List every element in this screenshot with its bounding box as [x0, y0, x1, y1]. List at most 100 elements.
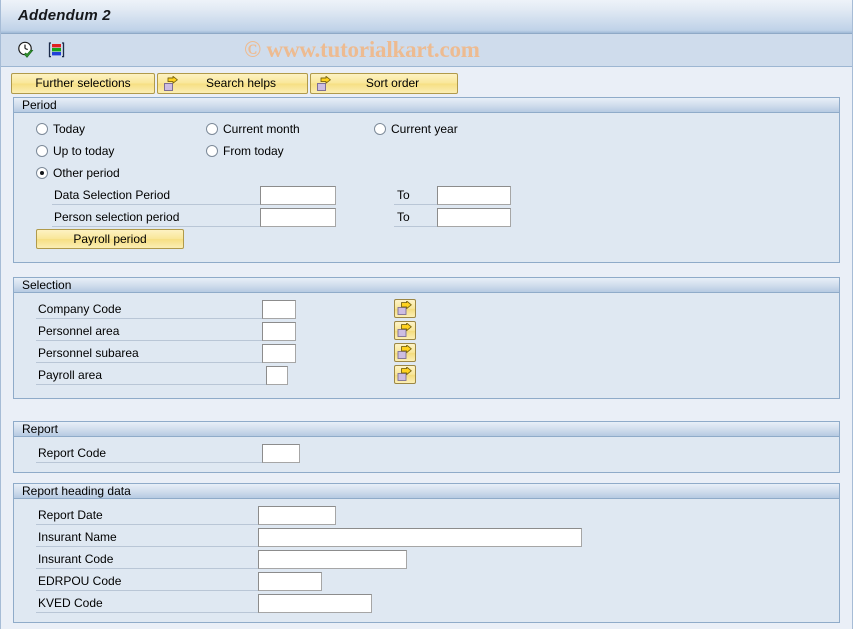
radio-up-to-today-indicator	[36, 145, 48, 157]
radio-from-today-label: From today	[223, 144, 284, 158]
field-underline	[52, 204, 260, 205]
arrow-right-icon	[164, 75, 179, 91]
payroll-period-row: Payroll period	[14, 229, 839, 251]
selection-button-row: Further selections Search helps Sort ord…	[1, 71, 852, 95]
application-toolbar: © www.tutorialkart.com	[1, 34, 852, 67]
edrpou-code-input[interactable]	[258, 572, 322, 591]
report-code-input[interactable]	[262, 444, 300, 463]
field-underline	[394, 226, 437, 227]
data-selection-period-from-input[interactable]	[260, 186, 336, 205]
insurant-name-input[interactable]	[258, 528, 582, 547]
toolbar-icon-group	[14, 38, 68, 62]
sort-order-label: Sort order	[365, 76, 420, 90]
period-panel: Period Today Current month Current year	[13, 97, 840, 263]
field-underline	[36, 362, 262, 363]
variant-icon[interactable]	[44, 38, 68, 62]
person-selection-period-to-label: To	[397, 210, 410, 224]
kved-code-label: KVED Code	[38, 596, 103, 610]
edrpou-code-label: EDRPOU Code	[38, 574, 122, 588]
company-code-label: Company Code	[38, 302, 122, 316]
personnel-subarea-label: Personnel subarea	[38, 346, 139, 360]
radio-from-today[interactable]: From today	[206, 144, 284, 158]
personnel-area-row: Personnel area	[14, 321, 839, 343]
payroll-area-multi-select-button[interactable]	[394, 365, 416, 384]
report-date-row: Report Date	[14, 505, 839, 527]
radio-current-year[interactable]: Current year	[374, 122, 458, 136]
period-radio-row-3: Other period	[14, 163, 839, 185]
field-underline	[36, 462, 262, 463]
radio-current-month[interactable]: Current month	[206, 122, 300, 136]
insurant-name-row: Insurant Name	[14, 527, 839, 549]
field-underline	[36, 568, 258, 569]
payroll-area-input[interactable]	[266, 366, 288, 385]
personnel-subarea-input[interactable]	[262, 344, 296, 363]
field-underline	[36, 384, 266, 385]
search-helps-label: Search helps	[205, 76, 277, 90]
further-selections-button[interactable]: Further selections	[11, 72, 155, 94]
data-selection-period-to-label: To	[397, 188, 410, 202]
insurant-code-input[interactable]	[258, 550, 407, 569]
page-title: Addendum 2	[18, 7, 111, 24]
report-heading-data-panel-body: Report Date Insurant Name Insurant Code …	[14, 499, 839, 623]
radio-up-to-today-label: Up to today	[53, 144, 115, 158]
person-selection-period-to-input[interactable]	[437, 208, 511, 227]
report-date-input[interactable]	[258, 506, 336, 525]
selection-panel-header: Selection	[14, 277, 839, 293]
personnel-area-label: Personnel area	[38, 324, 120, 338]
radio-from-today-indicator	[206, 145, 218, 157]
field-underline	[52, 226, 260, 227]
report-panel: Report Report Code	[13, 421, 840, 473]
report-code-row: Report Code	[14, 443, 839, 465]
field-underline	[36, 524, 258, 525]
person-selection-period-row: Person selection period To	[14, 207, 839, 229]
person-selection-period-from-input[interactable]	[260, 208, 336, 227]
radio-other-period[interactable]: Other period	[36, 166, 120, 180]
radio-current-year-label: Current year	[391, 122, 458, 136]
selection-panel-body: Company Code Personnel area Personnel su…	[14, 293, 839, 395]
period-panel-header: Period	[14, 97, 839, 113]
period-radio-row-2: Up to today From today	[14, 141, 839, 163]
person-selection-period-label: Person selection period	[54, 210, 180, 224]
personnel-subarea-multi-select-button[interactable]	[394, 343, 416, 362]
radio-current-month-label: Current month	[223, 122, 300, 136]
edrpou-code-row: EDRPOU Code	[14, 571, 839, 593]
report-heading-data-panel: Report heading data Report Date Insurant…	[13, 483, 840, 623]
payroll-area-row: Payroll area	[14, 365, 839, 387]
field-underline	[36, 590, 258, 591]
report-code-label: Report Code	[38, 446, 107, 460]
data-selection-period-to-input[interactable]	[437, 186, 511, 205]
report-panel-header: Report	[14, 421, 839, 437]
kved-code-input[interactable]	[258, 594, 372, 613]
insurant-code-row: Insurant Code	[14, 549, 839, 571]
radio-today[interactable]: Today	[36, 122, 85, 136]
report-heading-data-panel-header: Report heading data	[14, 483, 839, 499]
radio-other-period-indicator	[36, 167, 48, 179]
period-radio-row-1: Today Current month Current year	[14, 119, 839, 141]
payroll-period-button[interactable]: Payroll period	[36, 229, 184, 249]
personnel-area-input[interactable]	[262, 322, 296, 341]
payroll-area-label: Payroll area	[38, 368, 103, 382]
window-titlebar: Addendum 2	[1, 0, 852, 34]
sort-order-button[interactable]: Sort order	[310, 72, 458, 94]
further-selections-label: Further selections	[35, 76, 131, 90]
watermark-text: © www.tutorialkart.com	[244, 37, 480, 62]
personnel-area-multi-select-button[interactable]	[394, 321, 416, 340]
field-underline	[36, 546, 258, 547]
search-helps-button[interactable]: Search helps	[157, 72, 308, 94]
insurant-code-label: Insurant Code	[38, 552, 114, 566]
radio-today-label: Today	[53, 122, 86, 136]
payroll-period-label: Payroll period	[73, 232, 147, 246]
radio-up-to-today[interactable]: Up to today	[36, 144, 114, 158]
radio-today-indicator	[36, 123, 48, 135]
kved-code-row: KVED Code	[14, 593, 839, 615]
report-panel-body: Report Code	[14, 437, 839, 473]
execute-clock-icon[interactable]	[14, 38, 38, 62]
company-code-multi-select-button[interactable]	[394, 299, 416, 318]
data-selection-period-row: Data Selection Period To	[14, 185, 839, 207]
personnel-subarea-row: Personnel subarea	[14, 343, 839, 365]
arrow-right-icon	[317, 75, 332, 91]
company-code-input[interactable]	[262, 300, 296, 319]
field-underline	[394, 204, 437, 205]
data-selection-period-label: Data Selection Period	[54, 188, 171, 202]
radio-other-period-label: Other period	[53, 166, 120, 180]
